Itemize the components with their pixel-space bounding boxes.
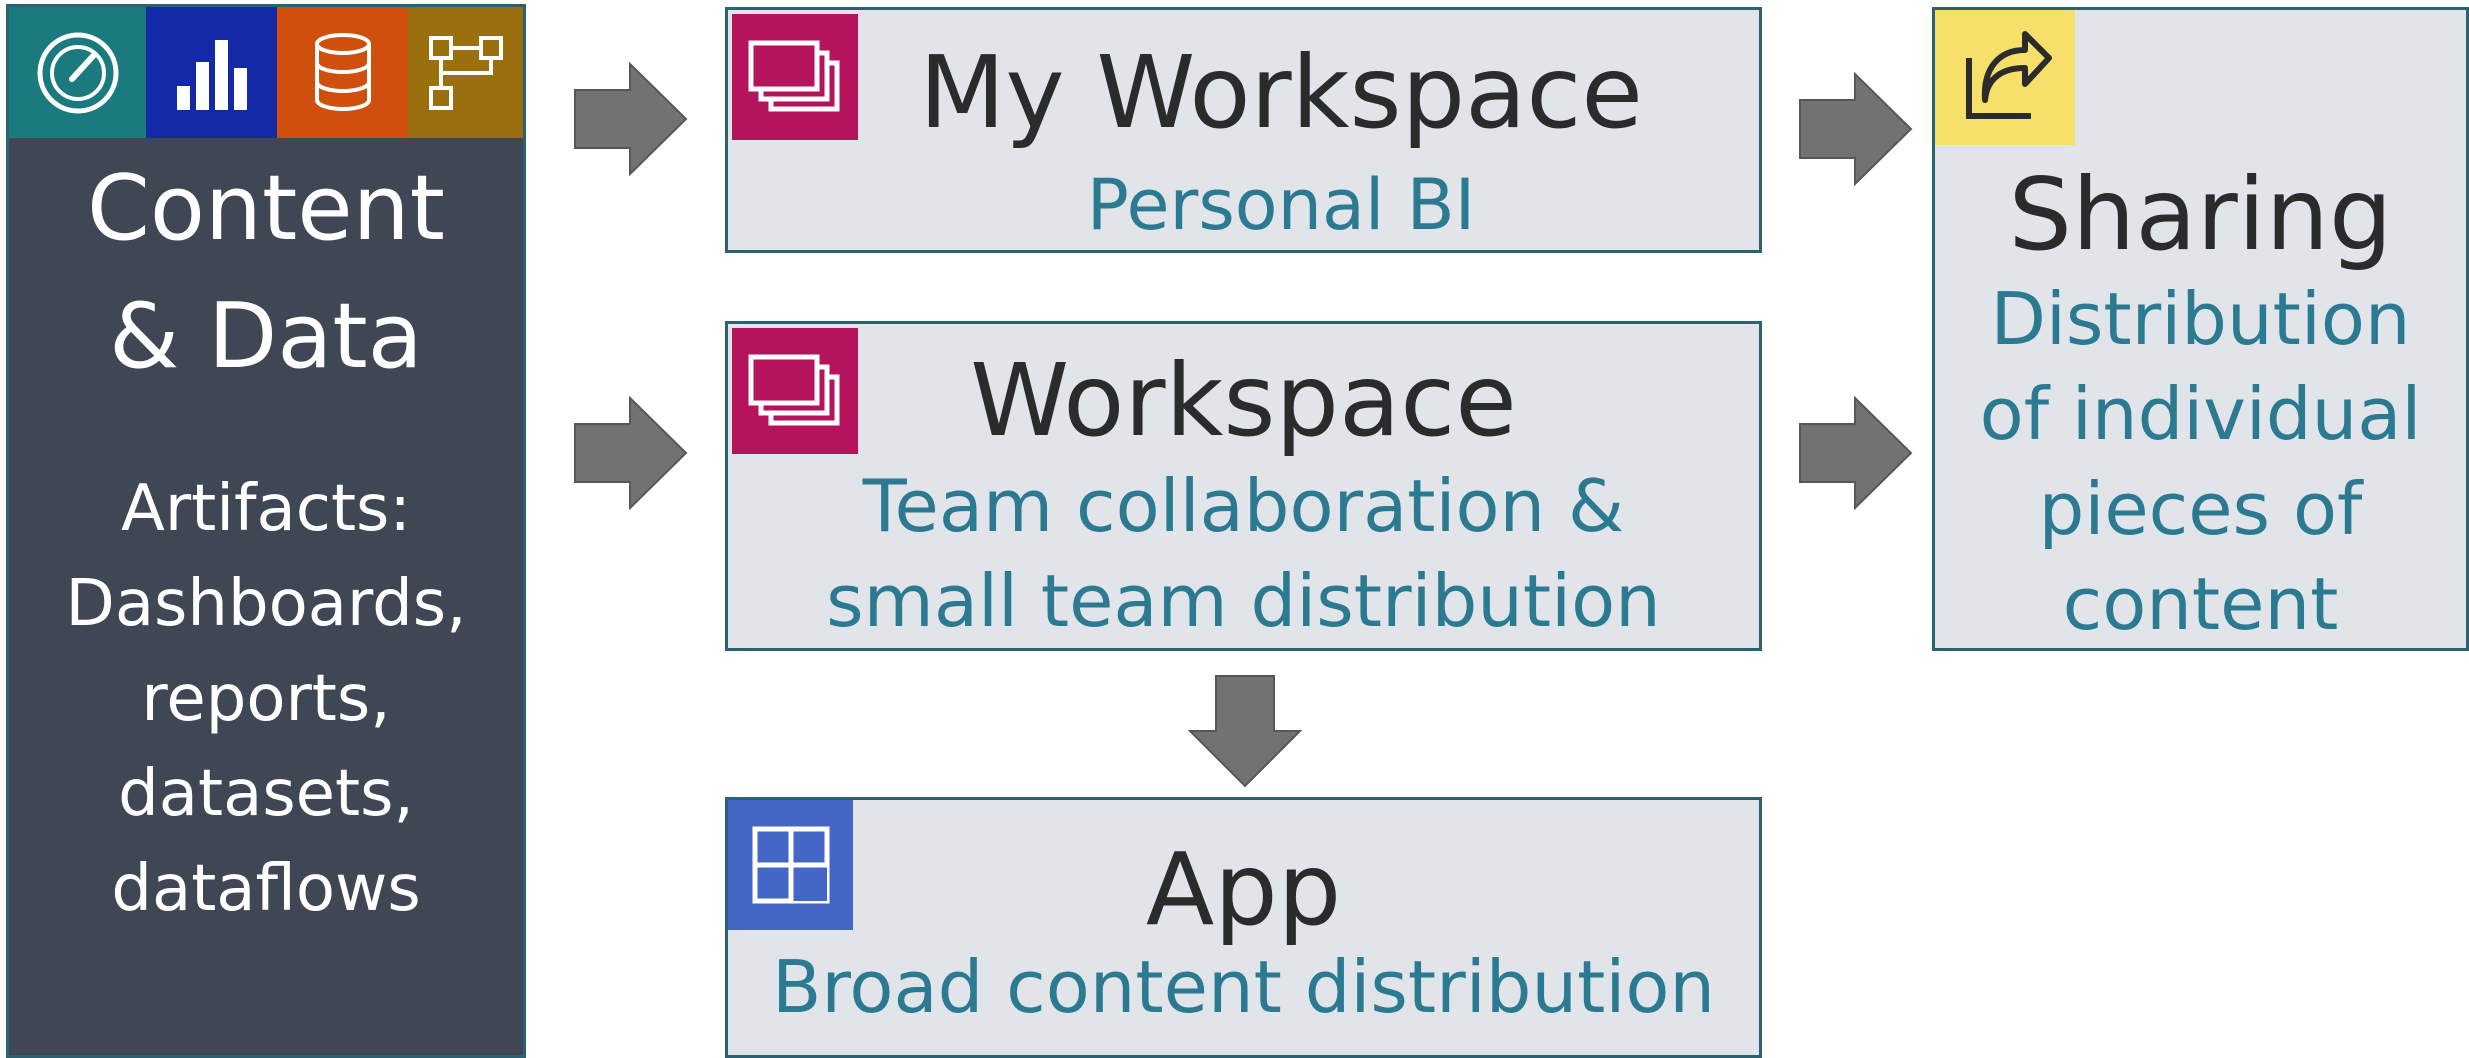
arrow-right-icon: [1799, 72, 1913, 186]
panel-title-line1: Content: [87, 156, 445, 261]
artifact-dataflows: dataflows: [111, 852, 421, 926]
content-data-panel: Content & Data Artifacts: Dashboards, re…: [6, 4, 526, 1058]
app-box: App Broad content distribution: [725, 797, 1762, 1058]
my-workspace-title: My Workspace: [919, 34, 1643, 151]
workspace-subtitle-line2: small team distribution: [826, 559, 1661, 643]
sharing-subtitle-line4: content: [2062, 562, 2339, 646]
sharing-title: Sharing: [2008, 156, 2393, 273]
share-icon: [1966, 30, 2052, 119]
arrow-down-icon: [1188, 675, 1302, 788]
my-workspace-subtitle: Personal BI: [1086, 164, 1476, 246]
bar-chart-icon: [176, 39, 247, 110]
app-title: App: [1145, 831, 1342, 948]
sharing-box: Sharing Distribution of individual piece…: [1932, 7, 2469, 651]
dataflow-icon: [428, 35, 503, 110]
sharing-subtitle-line1: Distribution: [1990, 277, 2411, 361]
bar-chart-tile: [146, 7, 277, 138]
workspace-title: Workspace: [970, 342, 1517, 459]
sharing-subtitle-line2: of individual: [1979, 372, 2422, 456]
dataflow-tile: [408, 7, 523, 138]
workspace-subtitle-line1: Team collaboration &: [862, 464, 1625, 548]
arrow-right-icon: [574, 396, 688, 510]
artifact-datasets: datasets,: [118, 757, 414, 831]
share-icon-tile: [1935, 10, 2075, 145]
app-subtitle: Broad content distribution: [771, 945, 1716, 1029]
arrow-right-icon: [1799, 396, 1913, 510]
my-workspace-box: My Workspace Personal BI: [725, 7, 1762, 253]
arrow-right-icon: [574, 62, 688, 176]
panel-title-line2: & Data: [109, 284, 423, 389]
database-icon: [314, 32, 371, 111]
sharing-subtitle-line3: pieces of: [2038, 467, 2363, 551]
database-tile: [277, 7, 408, 138]
artifacts-label: Artifacts:: [121, 472, 411, 546]
workspace-box: Workspace Team collaboration & small tea…: [725, 321, 1762, 651]
gauge-icon: [37, 32, 118, 113]
gauge-tile: [9, 7, 146, 138]
artifact-dashboards: Dashboards,: [65, 567, 467, 641]
artifact-reports: reports,: [141, 662, 391, 736]
